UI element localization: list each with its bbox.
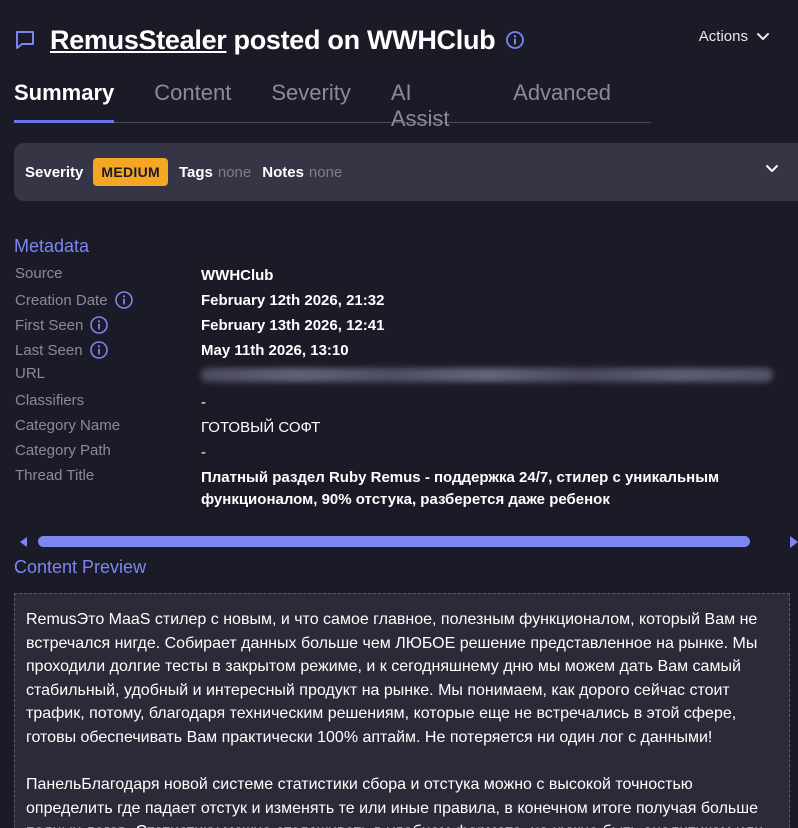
metadata-table: Source WWHClub Creation Date February 12… (15, 265, 785, 515)
info-icon[interactable] (89, 340, 109, 360)
category-name-label: Category Name (15, 417, 121, 434)
source-label: Source (15, 265, 63, 282)
preview-paragraph: ПанельБлагодаря новой системе статистики… (26, 776, 763, 828)
page-title: posted on WWHClub (233, 24, 496, 55)
notes-value: none (308, 163, 343, 181)
creation-date-value: February 12th 2026, 21:32 (201, 292, 385, 309)
notes-label: Notes (262, 163, 304, 181)
metadata-row-creation-date: Creation Date February 12th 2026, 21:32 (15, 290, 785, 315)
thread-title-label: Thread Title (15, 467, 95, 484)
scroll-left-arrow-icon[interactable] (20, 537, 27, 547)
metadata-row-last-seen: Last Seen May 11th 2026, 13:10 (15, 340, 785, 365)
info-icon[interactable] (505, 30, 525, 50)
url-label: URL (15, 365, 46, 382)
page-header: RemusStealer posted on WWHClub (14, 22, 525, 58)
tab-bar: Summary Content Severity AI Assist Advan… (14, 80, 651, 131)
category-path-label: Category Path (15, 442, 111, 459)
info-icon[interactable] (89, 315, 109, 335)
last-seen-value: May 11th 2026, 13:10 (201, 342, 349, 359)
chevron-down-icon (757, 32, 769, 40)
thread-title-value: Платный раздел Ruby Remus - поддержка 24… (201, 469, 720, 508)
preview-paragraph: RemusЭто MaaS стилер с новым, и что само… (26, 611, 758, 746)
info-icon[interactable] (114, 290, 134, 310)
tab-severity[interactable]: Severity (271, 80, 350, 122)
tab-ai-assist[interactable]: AI Assist (391, 80, 473, 131)
category-name-value: ГОТОВЫЙ СОФТ (201, 419, 321, 436)
content-preview-heading: Content Preview (14, 557, 147, 577)
last-seen-key: Last Seen (15, 340, 201, 360)
source-value: WWHClub (201, 267, 274, 284)
actions-menu-button[interactable]: Actions (699, 28, 770, 45)
scroll-right-arrow-icon[interactable] (790, 536, 798, 548)
first-seen-label: First Seen (15, 316, 84, 334)
classifiers-label: Classifiers (15, 392, 85, 409)
blurred-url (201, 368, 773, 382)
tags-label: Tags (178, 163, 213, 181)
metadata-row-category-name: Category Name ГОТОВЫЙ СОФТ (15, 417, 785, 442)
metadata-row-classifiers: Classifiers - (15, 392, 785, 417)
chat-bubble-icon (14, 29, 36, 51)
classifiers-value: - (201, 394, 206, 411)
metadata-row-url: URL (15, 365, 785, 392)
tab-summary[interactable]: Summary (14, 80, 115, 123)
url-value-redacted (201, 365, 781, 382)
tab-content[interactable]: Content (154, 80, 231, 122)
severity-badge: MEDIUM (93, 158, 168, 186)
page: RemusStealer posted on WWHClub Actions S… (0, 0, 798, 828)
metadata-row-category-path: Category Path - (15, 442, 785, 467)
metadata-row-thread-title: Thread Title Платный раздел Ruby Remus -… (15, 467, 785, 515)
horizontal-scrollbar[interactable] (14, 533, 798, 551)
creation-date-key: Creation Date (15, 290, 201, 310)
severity-label: Severity (25, 163, 84, 181)
creation-date-label: Creation Date (15, 291, 108, 309)
severity-summary-bar[interactable]: Severity MEDIUM Tags none Notes none (14, 143, 798, 201)
scrollbar-thumb[interactable] (38, 536, 750, 547)
content-preview-box: RemusЭто MaaS стилер с новым, и что само… (14, 593, 790, 828)
category-path-value: - (201, 444, 206, 461)
tags-value: none (217, 163, 252, 181)
actions-label: Actions (698, 28, 748, 45)
first-seen-key: First Seen (15, 315, 201, 335)
chevron-down-icon[interactable] (764, 163, 780, 175)
metadata-row-source: Source WWHClub (15, 265, 785, 290)
metadata-heading: Metadata (14, 236, 90, 256)
author-link[interactable]: RemusStealer (50, 25, 227, 56)
metadata-row-first-seen: First Seen February 13th 2026, 12:41 (15, 315, 785, 340)
first-seen-value: February 13th 2026, 12:41 (201, 317, 385, 334)
tab-advanced[interactable]: Advanced (513, 80, 611, 122)
last-seen-label: Last Seen (15, 341, 83, 359)
